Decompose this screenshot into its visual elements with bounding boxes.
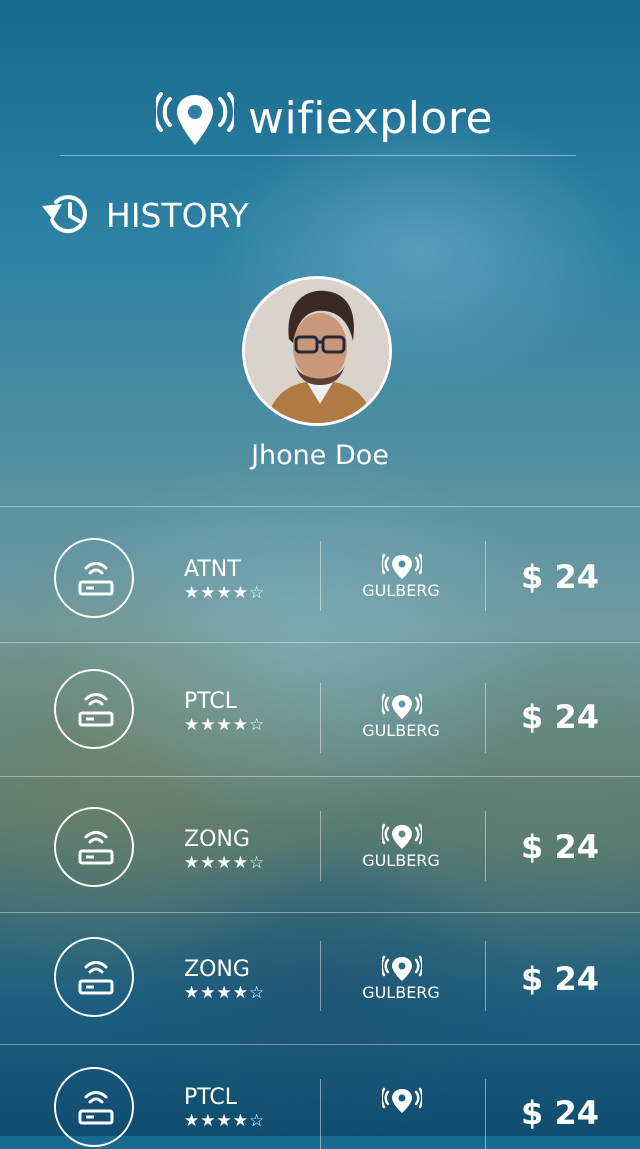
star-rating: ★★★★☆ <box>184 983 266 1003</box>
section-title: HISTORY <box>106 196 249 235</box>
wifi-location-icon <box>156 92 234 145</box>
history-row[interactable]: PTCL ★★★★☆ $ 24 <box>0 1044 640 1149</box>
user-name: Jhone Doe <box>251 440 389 471</box>
column-divider <box>320 1079 321 1149</box>
star-rating: ★★★★☆ <box>184 583 266 603</box>
price-label: $ 24 <box>521 558 599 596</box>
column-divider <box>485 1079 486 1149</box>
history-row[interactable]: PTCL ★★★★☆ GULBERG $ 24 <box>0 642 640 777</box>
app-title: wifiexplore <box>248 93 494 144</box>
router-icon <box>54 807 134 887</box>
star-rating: ★★★★☆ <box>184 715 266 735</box>
location-label: GULBERG <box>362 851 440 870</box>
network-name: ZONG <box>184 827 250 852</box>
location-label: GULBERG <box>362 983 440 1002</box>
profile-photo <box>245 279 389 423</box>
app-header: wifiexplore <box>0 86 640 156</box>
price-label: $ 24 <box>521 828 599 866</box>
column-divider <box>485 941 486 1011</box>
network-name: PTCL <box>184 1085 238 1110</box>
router-icon <box>54 669 134 749</box>
price-label: $ 24 <box>521 698 599 736</box>
column-divider <box>320 811 321 881</box>
location-pin-icon <box>382 1087 422 1113</box>
column-divider <box>320 541 321 611</box>
router-icon <box>54 538 134 618</box>
header-divider <box>60 155 576 156</box>
location-label: GULBERG <box>362 581 440 600</box>
column-divider <box>320 941 321 1011</box>
history-icon <box>42 195 87 234</box>
star-rating: ★★★★☆ <box>184 1111 266 1131</box>
column-divider <box>485 541 486 611</box>
location-pin-icon <box>382 693 422 719</box>
star-rating: ★★★★☆ <box>184 853 266 873</box>
location-pin-icon <box>382 955 422 981</box>
price-label: $ 24 <box>521 1094 599 1132</box>
network-name: ZONG <box>184 957 250 982</box>
location-label: GULBERG <box>362 721 440 740</box>
column-divider <box>485 683 486 753</box>
location-pin-icon <box>382 553 422 579</box>
network-name: ATNT <box>184 557 241 582</box>
history-row[interactable]: ZONG ★★★★☆ GULBERG $ 24 <box>0 776 640 913</box>
network-name: PTCL <box>184 689 238 714</box>
location-pin-icon <box>382 823 422 849</box>
router-icon <box>54 937 134 1017</box>
column-divider <box>485 811 486 881</box>
price-label: $ 24 <box>521 960 599 998</box>
column-divider <box>320 683 321 753</box>
router-icon <box>54 1067 134 1147</box>
avatar[interactable] <box>242 276 392 426</box>
history-row[interactable]: ZONG ★★★★☆ GULBERG $ 24 <box>0 912 640 1045</box>
history-row[interactable]: ATNT ★★★★☆ GULBERG $ 24 <box>0 506 640 643</box>
